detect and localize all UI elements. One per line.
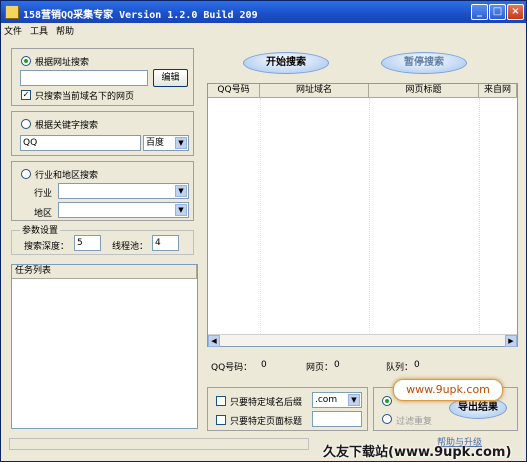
keyword-search-radio[interactable] [21,119,31,129]
column-divider [369,98,370,346]
filters-panel: 只要特定域名后缀 .com ▼ 只要特定页面标题 [207,387,368,431]
suffix-select[interactable]: .com ▼ [312,392,362,408]
column-header-title[interactable]: 网页标题 [369,84,479,98]
chevron-down-icon: ▼ [175,185,187,197]
pages-count-value: 0 [334,360,340,370]
url-search-label: 根据网址搜索 [35,58,90,68]
params-group-label: 参数设置 [20,223,61,236]
params-group: 参数设置 搜索深度： 5 线程池： 4 [11,223,194,255]
title-bar: 158营销QQ采集专家 Version 1.2.0 Build 209 _ □ … [1,1,526,23]
search-engine-select[interactable]: 百度 ▼ [143,135,189,151]
industry-label: 行业 [34,189,53,199]
queue-count-value: 0 [414,360,420,370]
chevron-down-icon: ▼ [175,137,187,149]
column-divider [479,98,480,346]
column-header-source[interactable]: 来自网 [479,84,517,98]
depth-input[interactable]: 5 [74,235,101,251]
region-select[interactable]: ▼ [58,202,189,218]
keyword-input[interactable]: QQ [20,135,141,151]
title-filter-checkbox[interactable] [216,415,226,425]
suffix-value: .com [315,395,338,405]
app-icon [5,5,19,19]
depth-label: 搜索深度： [24,242,70,252]
close-button[interactable]: × [507,4,524,20]
task-list[interactable]: 任务列表 [11,264,198,429]
main-window: 158营销QQ采集专家 Version 1.2.0 Build 209 _ □ … [0,0,527,462]
url-search-radio[interactable] [21,56,31,66]
start-search-button[interactable]: 开始搜索 [243,52,329,74]
watermark-banner: 久友下载站(www.9upk.com) [323,445,512,460]
threads-input[interactable]: 4 [152,235,179,251]
menu-help[interactable]: 帮助 [56,24,74,37]
queue-count-label: 队列： [386,363,414,373]
scroll-right-icon[interactable]: ▶ [505,335,517,347]
qq-count-label: QQ号码： [211,363,253,373]
window-title: 158营销QQ采集专家 Version 1.2.0 Build 209 [23,10,258,21]
menu-file[interactable]: 文件 [4,24,22,37]
column-header-domain[interactable]: 网址域名 [260,84,369,98]
edit-button[interactable]: 编辑 [153,69,188,87]
option-radio-1[interactable] [382,396,392,406]
region-label: 地区 [34,209,53,219]
industry-select[interactable]: ▼ [58,183,189,199]
filter-duplicate-radio[interactable] [382,414,392,424]
minimize-button[interactable]: _ [471,4,488,20]
action-bar: 开始搜索 暂停搜索 [207,48,518,78]
region-search-label: 行业和地区搜索 [35,171,99,181]
chevron-down-icon: ▼ [175,204,187,216]
url-search-panel: 根据网址搜索 编辑 ✓ 只搜索当前域名下的网页 [11,48,194,106]
search-engine-value: 百度 [146,138,165,148]
region-search-radio[interactable] [21,169,31,179]
status-bar [9,438,309,450]
task-list-header: 任务列表 [12,265,197,279]
menu-tools[interactable]: 工具 [30,24,48,37]
pages-count-label: 网页： [306,363,334,373]
column-divider [260,98,261,346]
region-search-panel: 行业和地区搜索 行业 ▼ 地区 ▼ [11,161,194,221]
only-domain-checkbox[interactable]: ✓ [21,90,31,100]
title-filter-input[interactable] [312,411,362,427]
chevron-down-icon: ▼ [348,394,360,406]
results-table[interactable]: QQ号码 网址域名 网页标题 来自网 ◀ ▶ [207,83,518,347]
qq-count-value: 0 [261,360,267,370]
keyword-search-panel: 根据关键字搜索 QQ 百度 ▼ [11,111,194,156]
threads-label: 线程池： [112,242,149,252]
title-filter-label: 只要特定页面标题 [230,417,303,427]
filter-duplicate-label: 过滤重复 [396,417,433,427]
url-input[interactable] [20,70,148,86]
only-domain-label: 只搜索当前域名下的网页 [35,92,135,102]
column-header-qq[interactable]: QQ号码 [208,84,260,98]
suffix-filter-checkbox[interactable] [216,396,226,406]
horizontal-scrollbar[interactable]: ◀ ▶ [208,334,517,347]
maximize-button[interactable]: □ [489,4,506,20]
scroll-left-icon[interactable]: ◀ [208,335,220,347]
suffix-filter-label: 只要特定域名后缀 [230,398,303,408]
watermark-url: www.9upk.com [393,379,503,401]
pause-search-button[interactable]: 暂停搜索 [381,52,467,74]
menu-bar: 文件 工具 帮助 [1,23,526,37]
keyword-search-label: 根据关键字搜索 [35,121,99,131]
